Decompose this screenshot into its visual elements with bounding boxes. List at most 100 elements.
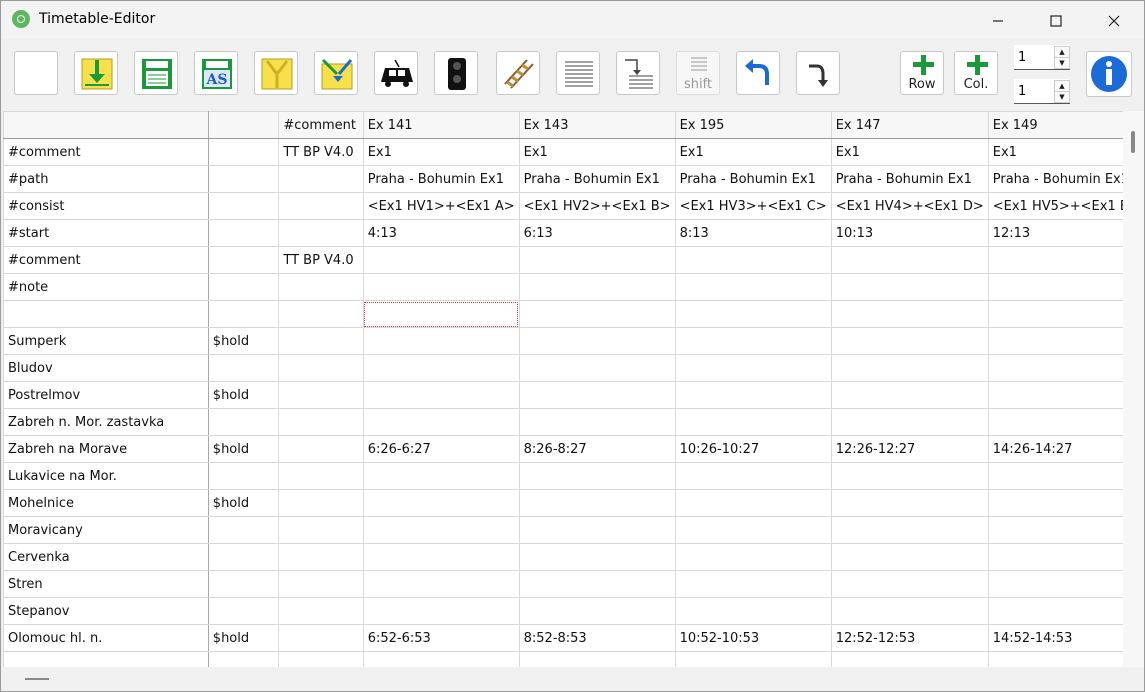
grid-cell[interactable]: [207, 354, 280, 382]
grid-cell[interactable]: Ex1: [518, 138, 676, 166]
grid-cell[interactable]: [278, 597, 364, 625]
open-button[interactable]: [74, 51, 118, 95]
grid-cell[interactable]: 10:26-10:27: [674, 435, 832, 463]
grid-cell[interactable]: [362, 543, 520, 571]
grid-cell[interactable]: [518, 246, 676, 274]
grid-cell[interactable]: [207, 300, 280, 328]
row-header-cell[interactable]: Zabreh n. Mor. zastavka: [3, 408, 209, 436]
row-header-cell[interactable]: Stren: [3, 570, 209, 598]
row-header-cell[interactable]: #start: [3, 219, 209, 247]
grid-cell[interactable]: [278, 651, 364, 667]
grid-cell[interactable]: 8:13: [674, 219, 832, 247]
undo-button[interactable]: [736, 51, 780, 95]
row-header-cell[interactable]: Postrelmov: [3, 381, 209, 409]
grid-cell[interactable]: 14:52-14:53: [987, 624, 1144, 652]
insert-row-button[interactable]: [616, 51, 660, 95]
grid-cell[interactable]: [830, 489, 989, 517]
grid-cell[interactable]: [674, 354, 832, 382]
info-button[interactable]: [1086, 51, 1132, 97]
grid-cell[interactable]: 4:13: [362, 219, 520, 247]
grid-cell[interactable]: [278, 300, 364, 328]
track-button[interactable]: [496, 51, 540, 95]
grid-cell[interactable]: [674, 327, 832, 355]
import-button[interactable]: [314, 51, 358, 95]
grid-cell[interactable]: [518, 543, 676, 571]
grid-cell[interactable]: [830, 273, 989, 301]
row-count-down[interactable]: ▼: [1054, 57, 1070, 69]
grid-cell[interactable]: [518, 327, 676, 355]
grid-cell[interactable]: $hold: [207, 489, 280, 517]
grid-cell[interactable]: [362, 570, 520, 598]
grid-cell[interactable]: [278, 624, 364, 652]
grid-cell[interactable]: [207, 570, 280, 598]
grid-cell[interactable]: 14:26-14:27: [987, 435, 1144, 463]
save-button[interactable]: [134, 51, 178, 95]
grid-cell[interactable]: 6:26-6:27: [362, 435, 520, 463]
row-header-cell[interactable]: Moravicany: [3, 516, 209, 544]
grid-cell[interactable]: [362, 462, 520, 490]
row-header-cell[interactable]: #consist: [3, 192, 209, 220]
row-header-cell[interactable]: #note: [3, 273, 209, 301]
column-header[interactable]: #comment: [278, 111, 364, 139]
grid-cell[interactable]: [278, 435, 364, 463]
grid-cell[interactable]: $hold: [207, 327, 280, 355]
grid-cell[interactable]: [830, 381, 989, 409]
grid-cell[interactable]: [278, 570, 364, 598]
grid-cell[interactable]: [830, 543, 989, 571]
grid-cell[interactable]: [518, 354, 676, 382]
grid-cell[interactable]: [278, 381, 364, 409]
grid-cell[interactable]: [987, 489, 1144, 517]
grid-cell[interactable]: 12:13: [987, 219, 1144, 247]
column-header[interactable]: Ex 141: [362, 111, 520, 139]
grid-cell[interactable]: Praha - Bohumin Ex1: [830, 165, 989, 193]
grid-cell[interactable]: [518, 381, 676, 409]
grid-cell[interactable]: [830, 408, 989, 436]
grid-cell[interactable]: [830, 246, 989, 274]
row-header-cell[interactable]: Cervenka: [3, 543, 209, 571]
grid-cell[interactable]: [362, 489, 520, 517]
grid-cell[interactable]: [674, 651, 832, 667]
grid-cell[interactable]: [987, 651, 1144, 667]
grid-cell[interactable]: TT BP V4.0: [278, 138, 364, 166]
grid-cell[interactable]: [830, 462, 989, 490]
grid-cell[interactable]: 6:13: [518, 219, 676, 247]
grid-cell[interactable]: [362, 651, 520, 667]
grid-cell[interactable]: [518, 516, 676, 544]
column-header[interactable]: Ex 195: [674, 111, 832, 139]
add-row-button[interactable]: Row: [900, 51, 944, 95]
column-header[interactable]: Ex 147: [830, 111, 989, 139]
grid-cell[interactable]: [987, 570, 1144, 598]
grid-cell[interactable]: [362, 408, 520, 436]
grid-cell[interactable]: [362, 597, 520, 625]
zip-button[interactable]: [254, 51, 298, 95]
grid-cell[interactable]: [278, 327, 364, 355]
grid-cell[interactable]: [830, 570, 989, 598]
grid-cell[interactable]: [278, 489, 364, 517]
grid-cell[interactable]: [674, 300, 832, 328]
grid-cell[interactable]: <Ex1 HV4>+<Ex1 D>: [830, 192, 989, 220]
grid-cell[interactable]: [207, 219, 280, 247]
grid-cell[interactable]: [830, 516, 989, 544]
scroll-thumb[interactable]: [1131, 131, 1135, 153]
grid-cell[interactable]: [207, 597, 280, 625]
vertical-scrollbar[interactable]: [1123, 111, 1144, 667]
grid-cell[interactable]: [278, 354, 364, 382]
grid-cell[interactable]: [207, 165, 280, 193]
grid-cell[interactable]: [207, 192, 280, 220]
grid-cell[interactable]: Praha - Bohumin Ex1: [674, 165, 832, 193]
grid-cell[interactable]: [674, 462, 832, 490]
grid-cell[interactable]: [518, 489, 676, 517]
grid-cell[interactable]: [518, 651, 676, 667]
col-count-down[interactable]: ▼: [1054, 91, 1070, 103]
grid-cell[interactable]: [830, 597, 989, 625]
grid-cell[interactable]: [207, 273, 280, 301]
grid-cell[interactable]: [207, 462, 280, 490]
grid-cell[interactable]: [674, 489, 832, 517]
grid-cell[interactable]: [362, 516, 520, 544]
grid-cell[interactable]: [987, 462, 1144, 490]
grid-cell[interactable]: [518, 273, 676, 301]
grid-cell[interactable]: <Ex1 HV1>+<Ex1 A>: [362, 192, 520, 220]
grid-cell[interactable]: [362, 246, 520, 274]
minimize-button[interactable]: [969, 1, 1027, 39]
grid-cell[interactable]: [278, 273, 364, 301]
